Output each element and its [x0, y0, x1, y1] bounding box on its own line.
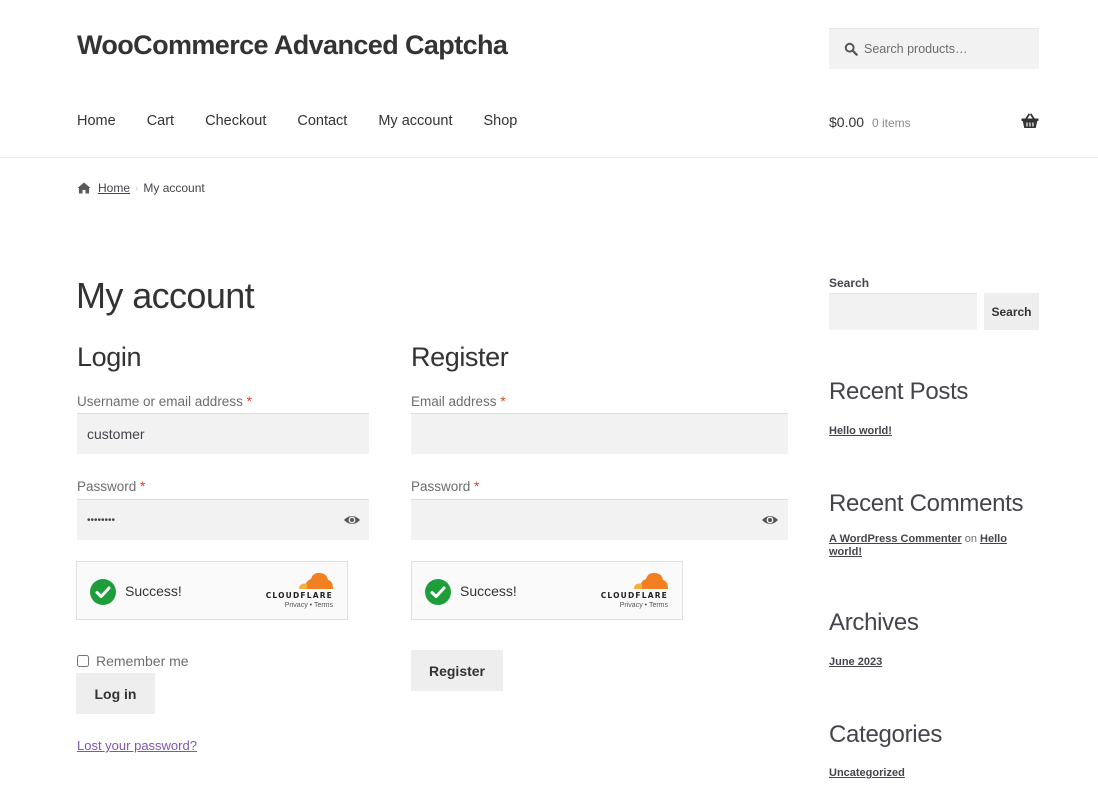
username-input[interactable]	[77, 413, 369, 454]
home-icon	[77, 182, 91, 194]
header-cart[interactable]: $0.00 0 items	[829, 114, 911, 130]
lost-password-link[interactable]: Lost your password?	[77, 738, 197, 753]
register-button[interactable]: Register	[411, 650, 503, 691]
required-marker: *	[474, 479, 480, 494]
cloudflare-wordmark: CLOUDFLARE	[600, 591, 668, 600]
captcha-privacy-link[interactable]: Privacy	[620, 602, 643, 609]
required-marker: *	[140, 479, 146, 494]
cloudflare-wordmark: CLOUDFLARE	[265, 591, 333, 600]
nav-home[interactable]: Home	[77, 113, 116, 129]
basket-icon[interactable]	[1021, 113, 1039, 129]
breadcrumb: Home › My account	[77, 181, 205, 195]
register-password-label-text: Password	[411, 479, 471, 494]
login-captcha-widget[interactable]: Success! CLOUDFLARE Privacy • Terms	[76, 561, 348, 620]
remember-me-checkbox[interactable]	[77, 655, 89, 667]
cart-count: 0 items	[871, 116, 911, 130]
nav-my-account[interactable]: My account	[378, 113, 452, 129]
show-password-icon[interactable]	[761, 513, 779, 527]
captcha-status: Success!	[460, 583, 517, 599]
sidebar-search-label: Search	[829, 276, 870, 290]
register-password-input[interactable]	[411, 499, 788, 540]
captcha-status: Success!	[125, 583, 182, 599]
cloudflare-logo-icon	[634, 572, 668, 589]
username-label-text: Username or email address	[77, 394, 243, 409]
login-button[interactable]: Log in	[76, 673, 155, 714]
cloudflare-logo-icon	[299, 572, 333, 589]
search-placeholder: Search products…	[864, 42, 968, 56]
register-captcha-widget[interactable]: Success! CLOUDFLARE Privacy • Terms	[411, 561, 683, 620]
captcha-link-separator: •	[309, 602, 313, 609]
captcha-privacy-link[interactable]: Privacy	[285, 602, 308, 609]
success-check-icon	[90, 579, 116, 605]
username-label: Username or email address *	[77, 394, 252, 409]
archives-title: Archives	[829, 609, 919, 636]
archives-list: June 2023	[829, 656, 1029, 669]
comment-connector: on	[964, 533, 977, 545]
comment-author-link[interactable]: A WordPress Commenter	[829, 533, 962, 545]
captcha-link-separator: •	[644, 602, 648, 609]
recent-comments-title: Recent Comments	[829, 490, 1024, 517]
sidebar-search-input[interactable]	[829, 293, 977, 330]
categories-title: Categories	[829, 721, 943, 748]
required-marker: *	[246, 394, 252, 409]
cart-total: $0.00	[829, 114, 865, 130]
show-password-icon[interactable]	[343, 513, 361, 527]
page-title: My account	[76, 275, 255, 316]
nav-shop[interactable]: Shop	[484, 113, 518, 129]
required-marker: *	[500, 394, 506, 409]
email-label: Email address *	[411, 394, 506, 409]
category-link[interactable]: Uncategorized	[829, 767, 905, 779]
captcha-terms-link[interactable]: Terms	[314, 602, 333, 609]
categories-list: Uncategorized	[829, 767, 1029, 780]
sidebar-search-button[interactable]: Search	[984, 293, 1039, 330]
remember-me[interactable]: Remember me	[77, 653, 189, 669]
login-password-input[interactable]	[77, 499, 369, 540]
recent-comment-item: A WordPress Commenter on Hello world!	[829, 533, 1029, 559]
breadcrumb-current: My account	[143, 181, 205, 195]
login-heading: Login	[77, 342, 142, 372]
recent-posts-list: Hello world!	[829, 425, 1029, 438]
archive-link[interactable]: June 2023	[829, 656, 882, 668]
breadcrumb-separator: ›	[135, 182, 139, 194]
captcha-links: Privacy • Terms	[620, 602, 668, 609]
captcha-links: Privacy • Terms	[285, 602, 333, 609]
register-heading: Register	[411, 342, 509, 372]
recent-posts-title: Recent Posts	[829, 378, 969, 405]
register-email-input[interactable]	[411, 413, 788, 454]
remember-me-label: Remember me	[96, 653, 189, 669]
captcha-terms-link[interactable]: Terms	[649, 602, 668, 609]
login-password-label-text: Password	[77, 479, 137, 494]
primary-navigation: Home Cart Checkout Contact My account Sh…	[77, 113, 548, 129]
product-search-field[interactable]: Search products…	[829, 28, 1039, 69]
nav-cart[interactable]: Cart	[147, 113, 174, 129]
login-password-label: Password *	[77, 479, 145, 494]
email-label-text: Email address	[411, 394, 497, 409]
nav-contact[interactable]: Contact	[297, 113, 347, 129]
header-divider	[0, 157, 1098, 158]
register-password-label: Password *	[411, 479, 479, 494]
breadcrumb-home[interactable]: Home	[98, 181, 130, 195]
recent-post-link[interactable]: Hello world!	[829, 425, 892, 437]
success-check-icon	[425, 579, 451, 605]
site-title[interactable]: WooCommerce Advanced Captcha	[77, 30, 508, 61]
nav-checkout[interactable]: Checkout	[205, 113, 266, 129]
search-icon	[844, 42, 858, 56]
